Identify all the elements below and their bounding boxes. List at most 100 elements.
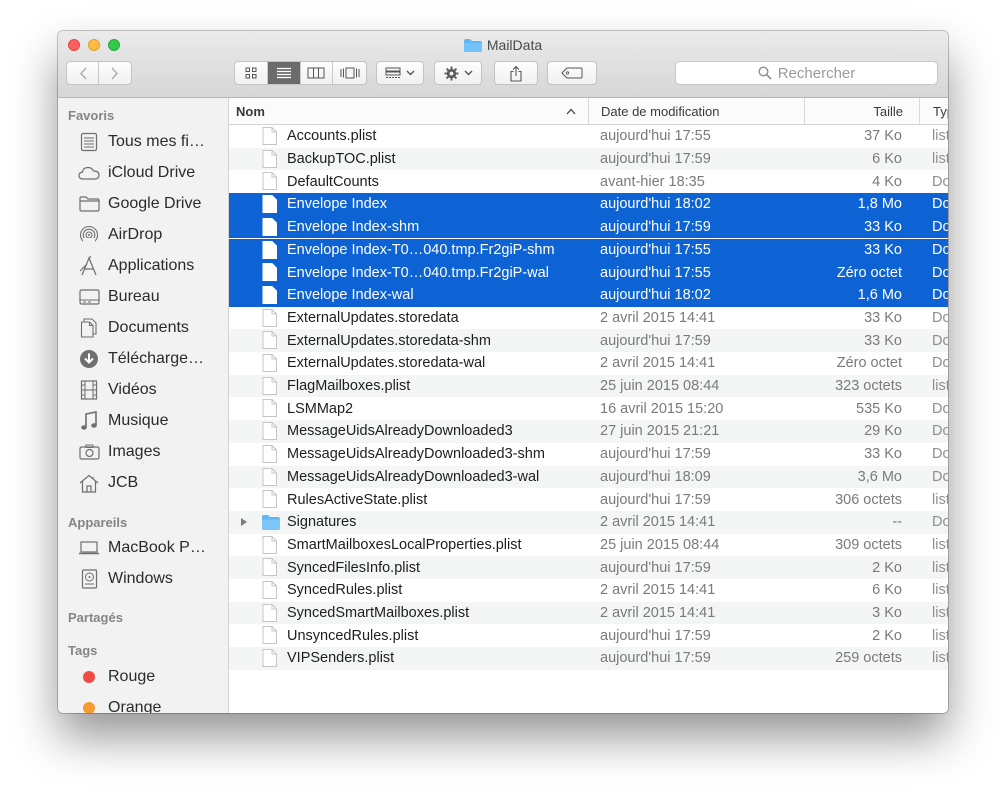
sidebar-item-images[interactable]: Images — [78, 439, 160, 465]
file-kind: list — [932, 151, 948, 168]
file-kind: Do — [932, 173, 948, 190]
sidebar-item-all-files[interactable]: Tous mes fi… — [78, 129, 205, 155]
column-view-button[interactable] — [301, 62, 334, 84]
list-icon — [276, 67, 291, 79]
file-row[interactable]: ExternalUpdates.storedata-shm aujourd'hui… — [229, 329, 948, 352]
sidebar-item-airdrop[interactable]: AirDrop — [78, 222, 162, 248]
file-row[interactable]: SyncedFilesInfo.plist aujourd'hui 17:59 2 … — [229, 556, 948, 579]
file-row[interactable]: BackupTOC.plist aujourd'hui 17:59 6 Ko list — [229, 147, 948, 171]
column-header-name[interactable]: Nom — [229, 98, 588, 124]
file-size: 33 Ko — [864, 241, 902, 258]
sidebar-item-google-drive[interactable]: Google Drive — [78, 191, 201, 217]
share-button[interactable] — [494, 61, 538, 85]
column-header-size[interactable]: Taille — [804, 98, 919, 124]
file-row[interactable]: RulesActiveState.plist aujourd'hui 17:59 3… — [229, 488, 948, 511]
sidebar-item-icloud-drive[interactable]: iCloud Drive — [78, 160, 195, 186]
icon-view-button[interactable] — [235, 62, 268, 84]
airdrop-icon — [78, 224, 100, 246]
file-row[interactable]: Envelope Index-shm aujourd'hui 17:59 33 Ko… — [229, 215, 948, 239]
file-row[interactable]: Signatures 2 avril 2015 14:41 -- Do — [229, 510, 948, 534]
window-title-bar: MailData — [58, 37, 948, 53]
file-row[interactable]: Envelope Index-T0…040.tmp.Fr2giP-shm aujo… — [229, 238, 948, 262]
sidebar-item-label: Orange — [108, 699, 162, 713]
file-row[interactable]: Accounts.plist aujourd'hui 17:55 37 Ko list — [229, 125, 948, 148]
cloud-icon — [78, 162, 100, 184]
list-view-button[interactable] — [267, 62, 301, 84]
laptop-icon — [78, 537, 100, 559]
file-size: 259 octets — [835, 650, 902, 667]
file-name: ExternalUpdates.storedata — [287, 309, 459, 326]
tag-icon — [561, 67, 583, 79]
document-icon — [262, 581, 277, 599]
sidebar-item-home[interactable]: JCB — [78, 470, 138, 496]
list-header: Nom Date de modification Taille Type — [229, 98, 948, 125]
document-icon — [262, 399, 277, 418]
sidebar-item-windows[interactable]: Windows — [78, 566, 173, 592]
file-row[interactable]: Envelope Index aujourd'hui 18:02 1,8 Mo Do — [229, 193, 948, 216]
file-row[interactable]: Envelope Index-wal aujourd'hui 18:02 1,6 M… — [229, 283, 948, 307]
action-button[interactable] — [434, 61, 482, 85]
forward-button[interactable] — [99, 62, 131, 84]
file-row[interactable]: MessageUidsAlreadyDownloaded3-wal aujourd… — [229, 465, 948, 489]
file-row[interactable]: UnsyncedRules.plist aujourd'hui 17:59 2 Ko… — [229, 624, 948, 647]
file-row[interactable]: SyncedRules.plist 2 avril 2015 14:41 6 Ko l… — [229, 579, 948, 602]
sidebar-item-macbook[interactable]: MacBook P… — [78, 535, 206, 561]
file-date: aujourd'hui 18:02 — [600, 287, 711, 304]
column-header-date[interactable]: Date de modification — [588, 98, 804, 124]
file-name: BackupTOC.plist — [287, 151, 396, 168]
file-size: 33 Ko — [864, 446, 902, 463]
file-row[interactable]: ExternalUpdates.storedata 2 avril 2015 14… — [229, 307, 948, 330]
search-placeholder: Rechercher — [777, 64, 856, 82]
document-icon — [262, 331, 277, 350]
film-icon — [78, 379, 100, 401]
sidebar-item-desktop[interactable]: Bureau — [78, 284, 160, 310]
file-row[interactable]: VIPSenders.plist aujourd'hui 17:59 259 oct… — [229, 647, 948, 670]
edit-tags-button[interactable] — [547, 61, 597, 85]
sidebar-section-devices: Appareils — [68, 515, 128, 530]
sidebar-item-label: Rouge — [108, 668, 156, 685]
document-icon — [262, 308, 277, 327]
cover-flow-icon — [340, 67, 360, 79]
file-size: Zéro octet — [836, 355, 902, 372]
search-field[interactable]: Rechercher — [675, 61, 938, 85]
sidebar-item-tag-orange[interactable]: Orange — [78, 695, 161, 713]
sidebar-item-music[interactable]: Musique — [78, 408, 168, 434]
file-row[interactable]: LSMMap2 16 avril 2015 15:20 535 Ko Do — [229, 397, 948, 420]
cover-flow-button[interactable] — [333, 62, 366, 84]
orange-tag-icon — [83, 702, 95, 713]
column-header-label: Type — [933, 103, 948, 119]
sidebar-item-tag-red[interactable]: Rouge — [78, 664, 155, 690]
disclosure-triangle-icon[interactable] — [240, 517, 248, 527]
file-kind: list — [932, 378, 948, 395]
applications-icon — [78, 255, 100, 277]
file-size: 4 Ko — [872, 173, 902, 190]
sidebar-item-documents[interactable]: Documents — [78, 315, 189, 341]
file-kind: list — [932, 582, 948, 599]
sidebar-item-videos[interactable]: Vidéos — [78, 377, 157, 403]
file-date: 2 avril 2015 14:41 — [600, 582, 716, 599]
sidebar-item-label: Documents — [108, 319, 189, 336]
file-kind: Do — [932, 309, 948, 326]
finder-window: MailData Rechercher Favoris Tous mes fi…… — [58, 31, 948, 713]
file-row[interactable]: SmartMailboxesLocalProperties.plist 25 ju… — [229, 534, 948, 557]
document-icon — [262, 535, 277, 554]
column-header-kind[interactable]: Type — [919, 98, 948, 124]
file-row[interactable]: DefaultCounts avant-hier 18:35 4 Ko Do — [229, 170, 948, 193]
file-kind: list — [932, 605, 948, 622]
file-row[interactable]: ExternalUpdates.storedata-wal 2 avril 201… — [229, 352, 948, 375]
document-icon — [262, 422, 277, 441]
arrange-button[interactable] — [376, 61, 424, 85]
sidebar-item-applications[interactable]: Applications — [78, 253, 194, 279]
red-tag-icon — [83, 671, 95, 683]
file-kind: Do — [932, 355, 948, 372]
file-date: aujourd'hui 18:09 — [600, 468, 711, 485]
file-row[interactable]: MessageUidsAlreadyDownloaded3 27 juin 201… — [229, 420, 948, 443]
file-row[interactable]: Envelope Index-T0…040.tmp.Fr2giP-wal aujo… — [229, 261, 948, 284]
file-row[interactable]: FlagMailboxes.plist 25 juin 2015 08:44 323… — [229, 374, 948, 398]
file-row[interactable]: MessageUidsAlreadyDownloaded3-shm aujourd… — [229, 443, 948, 466]
sidebar-item-downloads[interactable]: Télécharge… — [78, 346, 204, 372]
file-row[interactable]: SyncedSmartMailboxes.plist 2 avril 2015 1… — [229, 601, 948, 625]
back-button[interactable] — [67, 62, 100, 84]
all-files-icon — [78, 131, 100, 153]
file-kind: Do — [932, 400, 948, 417]
